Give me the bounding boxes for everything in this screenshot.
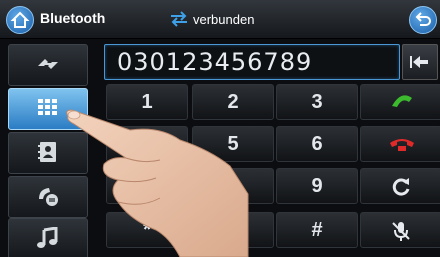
redial-button[interactable] bbox=[360, 168, 440, 204]
key-hash[interactable]: # bbox=[276, 212, 358, 248]
key-3[interactable]: 3 bbox=[276, 84, 358, 120]
backspace-button[interactable] bbox=[402, 44, 438, 80]
hangup-button[interactable] bbox=[360, 126, 440, 162]
connection-status: verbunden bbox=[193, 12, 255, 27]
home-button[interactable] bbox=[6, 6, 34, 34]
key-6[interactable]: 6 bbox=[276, 126, 358, 162]
refresh-icon bbox=[392, 178, 410, 196]
back-icon bbox=[415, 12, 431, 26]
call-button[interactable] bbox=[360, 84, 440, 120]
back-button[interactable] bbox=[409, 6, 437, 34]
phone-link-icon bbox=[38, 59, 58, 69]
microphone-mute-icon bbox=[392, 222, 410, 241]
phone-answer-icon bbox=[392, 95, 412, 107]
number-display[interactable]: 030123456789 bbox=[104, 44, 400, 80]
keypad-grid-icon bbox=[38, 99, 57, 115]
contacts-book-icon bbox=[38, 142, 56, 162]
car-head-unit-screen: Bluetooth verbunden 030123456789 1 2 3 5… bbox=[0, 0, 440, 257]
key-9[interactable]: 9 bbox=[276, 168, 358, 204]
page-title: Bluetooth bbox=[40, 10, 106, 26]
backspace-icon bbox=[410, 56, 428, 68]
mute-button[interactable] bbox=[360, 212, 440, 248]
call-log-icon bbox=[39, 188, 58, 206]
top-bar: Bluetooth verbunden bbox=[0, 0, 440, 39]
music-note-icon bbox=[37, 227, 58, 248]
sidebar-item-connection[interactable] bbox=[8, 44, 88, 86]
home-icon bbox=[10, 11, 30, 28]
transfer-arrows-icon bbox=[171, 11, 187, 27]
phone-hangup-icon bbox=[390, 139, 414, 151]
dialed-number: 030123456789 bbox=[117, 48, 313, 76]
pointing-hand bbox=[66, 109, 249, 257]
